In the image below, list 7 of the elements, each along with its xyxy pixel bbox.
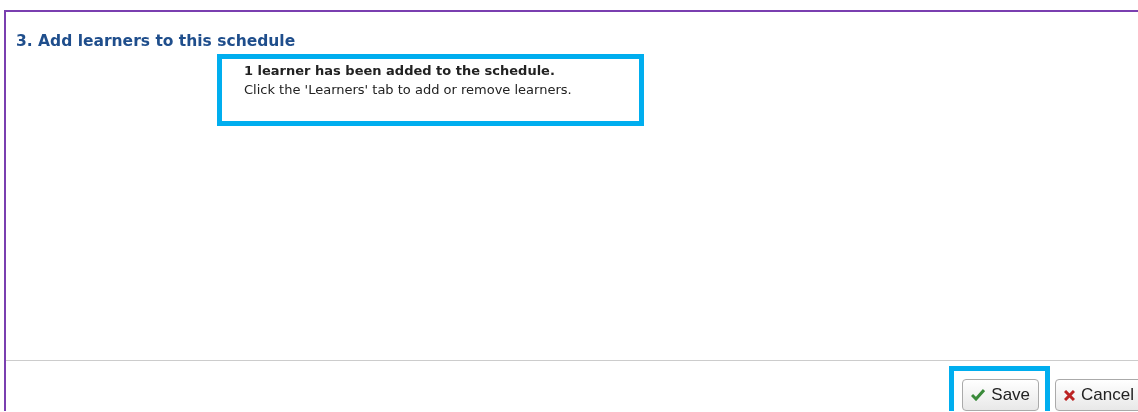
notice-headline: 1 learner has been added to the schedule.	[244, 63, 556, 78]
check-icon	[971, 389, 986, 401]
section-title: 3. Add learners to this schedule	[16, 32, 297, 50]
save-button[interactable]: Save	[962, 379, 1040, 411]
cancel-button[interactable]: Cancel	[1055, 379, 1138, 411]
notice-detail: Click the 'Learners' tab to add or remove learners.	[244, 82, 573, 97]
close-icon	[1064, 389, 1076, 401]
